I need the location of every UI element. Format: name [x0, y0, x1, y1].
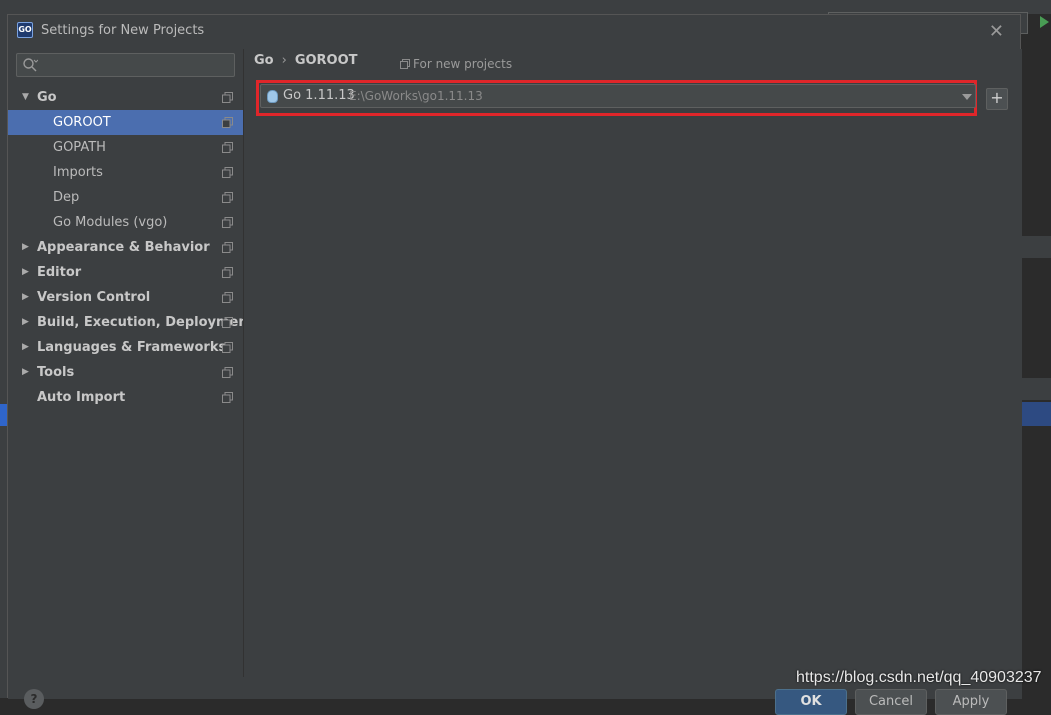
- tree-item-label: Auto Import: [37, 390, 126, 405]
- tree-item-label: Version Control: [37, 290, 151, 305]
- tree-item-label: GOPATH: [53, 140, 106, 155]
- breadcrumb: Go › GOROOT: [254, 53, 358, 68]
- apply-button[interactable]: Apply: [935, 689, 1007, 715]
- tree-item-gopath[interactable]: GOPATH: [8, 135, 243, 160]
- goroot-sdk-dropdown[interactable]: Go 1.11.13 E:\GoWorks\go1.11.13: [260, 84, 976, 108]
- watermark: https://blog.csdn.net/qq_40903237: [796, 669, 1042, 686]
- sdk-name: Go 1.11.13: [283, 88, 355, 103]
- tree-item-version-control[interactable]: ▶ Version Control: [8, 285, 243, 310]
- tree-item-label: Dep: [53, 190, 80, 205]
- tree-item-dep[interactable]: Dep: [8, 185, 243, 210]
- tree-item-goroot[interactable]: GOROOT: [8, 110, 243, 135]
- tree-item-label: Languages & Frameworks: [37, 340, 227, 355]
- copy-icon: [222, 267, 233, 278]
- cancel-button[interactable]: Cancel: [855, 689, 927, 715]
- breadcrumb-separator: ›: [281, 53, 287, 68]
- ide-right-edge: [1021, 14, 1051, 698]
- ok-button[interactable]: OK: [775, 689, 847, 715]
- settings-search-input[interactable]: [16, 53, 235, 77]
- ide-right-edge-selection: [1021, 402, 1051, 426]
- copy-icon: [222, 192, 233, 203]
- settings-tree: ▼ Go GOROOT GOPATH Imports Dep Go Modules (vgo…: [8, 85, 254, 410]
- copy-icon: [222, 292, 233, 303]
- breadcrumb-parent: Go: [254, 53, 274, 68]
- tree-item-build-execution-deployment[interactable]: ▶ Build, Execution, Deployment: [8, 310, 254, 335]
- chevron-down-icon[interactable]: ▼: [22, 85, 32, 110]
- chevron-right-icon[interactable]: ▶: [22, 235, 32, 260]
- tree-item-appearance-behavior[interactable]: ▶ Appearance & Behavior: [8, 235, 243, 260]
- chevron-right-icon[interactable]: ▶: [22, 310, 32, 335]
- tree-item-label: Tools: [37, 365, 75, 380]
- chevron-right-icon[interactable]: ▶: [22, 335, 32, 360]
- ide-left-edge-selection: [0, 404, 7, 426]
- tree-item-go[interactable]: ▼ Go: [8, 85, 243, 110]
- go-sdk-icon: [267, 90, 278, 103]
- tree-item-go-modules-vgo[interactable]: Go Modules (vgo): [8, 210, 243, 235]
- chevron-down-icon[interactable]: [962, 94, 972, 100]
- dialog-title: Settings for New Projects: [41, 23, 205, 38]
- tree-item-editor[interactable]: ▶ Editor: [8, 260, 243, 285]
- ide-left-edge: [0, 14, 7, 698]
- tree-item-label: GOROOT: [53, 115, 111, 130]
- dialog-titlebar: GO Settings for New Projects ✕: [8, 15, 1020, 49]
- help-icon[interactable]: ?: [24, 689, 44, 709]
- ide-right-edge-bar: [1021, 378, 1051, 400]
- scope-note: For new projects: [400, 57, 512, 71]
- copy-icon: [222, 392, 233, 403]
- copy-icon: [222, 92, 233, 103]
- tree-item-auto-import[interactable]: Auto Import: [8, 385, 243, 410]
- copy-icon: [222, 167, 233, 178]
- close-icon[interactable]: ✕: [989, 21, 1004, 42]
- tree-item-label: Appearance & Behavior: [37, 240, 210, 255]
- breadcrumb-current: GOROOT: [294, 53, 358, 68]
- goland-app-icon: GO: [17, 22, 33, 38]
- tree-item-tools[interactable]: ▶ Tools: [8, 360, 243, 385]
- settings-sidebar: ▼ Go GOROOT GOPATH Imports Dep Go Modules (vgo…: [8, 49, 254, 699]
- chevron-right-icon[interactable]: ▶: [22, 360, 32, 385]
- tree-item-label: Editor: [37, 265, 82, 280]
- settings-dialog: GO Settings for New Projects ✕ ▼ Go GOROOT…: [7, 14, 1022, 715]
- copy-icon: [222, 317, 233, 328]
- copy-icon: [222, 342, 233, 353]
- scope-note-text: For new projects: [413, 57, 513, 71]
- chevron-right-icon[interactable]: ▶: [22, 260, 32, 285]
- tree-item-label: Go Modules (vgo): [53, 215, 168, 230]
- copy-icon: [222, 217, 233, 228]
- add-sdk-button[interactable]: +: [986, 88, 1008, 110]
- run-icon: [1040, 16, 1049, 28]
- search-icon: [23, 58, 38, 72]
- copy-icon: [222, 367, 233, 378]
- copy-icon: [222, 117, 233, 128]
- copy-icon: [400, 59, 410, 69]
- tree-item-label: Imports: [53, 165, 103, 180]
- sdk-path: E:\GoWorks\go1.11.13: [349, 89, 483, 103]
- ide-right-edge-bar: [1021, 236, 1051, 258]
- tree-item-label: Go: [37, 90, 57, 105]
- tree-item-imports[interactable]: Imports: [8, 160, 243, 185]
- goroot-settings-panel: Go › GOROOT For new projects Go 1.11.13 E:…: [243, 49, 1022, 677]
- copy-icon: [222, 242, 233, 253]
- chevron-right-icon[interactable]: ▶: [22, 285, 32, 310]
- copy-icon: [222, 142, 233, 153]
- tree-item-languages-frameworks[interactable]: ▶ Languages & Frameworks: [8, 335, 243, 360]
